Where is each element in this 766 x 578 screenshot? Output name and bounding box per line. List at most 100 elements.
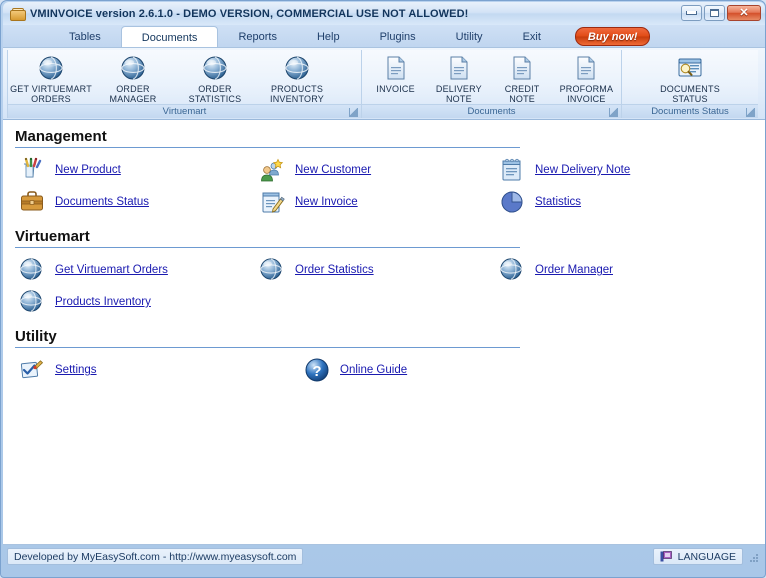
maximize-button[interactable] (704, 5, 725, 21)
ribbon-button-documents-status[interactable]: DOCUMENTS STATUS (635, 53, 745, 104)
window-search-icon (676, 55, 704, 81)
language-panel[interactable]: LANGUAGE (652, 548, 743, 565)
link-label[interactable]: Get Virtuemart Orders (55, 264, 168, 276)
ribbon-group-title-text: Documents Status (651, 106, 729, 117)
ribbon-group-title-text: Virtuemart (162, 106, 207, 117)
globe-icon (120, 55, 146, 81)
user-star-icon (259, 157, 285, 183)
notepad-pen-icon (259, 189, 285, 215)
link-label[interactable]: Order Manager (535, 264, 613, 276)
section-utility: Utility Settings ? Online Guide (3, 320, 765, 388)
link-label[interactable]: Online Guide (340, 364, 407, 376)
close-icon: ✕ (739, 6, 749, 19)
section-management: Management New Product New Customer New … (3, 120, 765, 220)
link-item-settings[interactable]: Settings (3, 354, 288, 386)
ribbon-toolbar: GET VIRTUEMART ORDERS ORDER MANAGER ORDE… (3, 47, 765, 120)
ribbon-group-title: Documents Status (622, 104, 758, 118)
dialog-launcher-icon[interactable] (349, 108, 358, 117)
title-bar: VMINVOICE version 2.6.1.0 - DEMO VERSION… (3, 2, 765, 25)
dialog-launcher-icon[interactable] (609, 108, 618, 117)
section-heading: Virtuemart (15, 228, 90, 245)
ribbon-group-title: Documents (362, 104, 621, 118)
help-question-icon: ? (304, 357, 330, 383)
menu-tab-strip: Tables Documents Reports Help Plugins Ut… (3, 25, 765, 49)
buy-now-button[interactable]: Buy now! (574, 27, 651, 46)
ribbon-button-label: INVOICE (376, 84, 415, 94)
ribbon-group-title: Virtuemart (8, 104, 361, 118)
ribbon-group-documents-status: DOCUMENTS STATUS Documents Status (622, 50, 758, 118)
ribbon-button-label: ORDER STATISTICS (188, 84, 242, 104)
settings-check-icon (19, 357, 45, 383)
ribbon-button-label: DELIVERY NOTE (435, 84, 482, 104)
ribbon-button-get-virtuemart-orders[interactable]: GET VIRTUEMART ORDERS (10, 53, 92, 104)
link-item-new-customer[interactable]: New Customer (243, 154, 483, 186)
developer-info-text: Developed by MyEasySoft.com - http://www… (14, 550, 297, 563)
ribbon-button-label: DOCUMENTS STATUS (660, 84, 720, 104)
section-links: New Product New Customer New Delivery No… (3, 148, 765, 220)
ribbon-button-products-inventory[interactable]: PRODUCTS INVENTORY (256, 53, 338, 104)
tab-tables[interactable]: Tables (49, 26, 121, 48)
dialog-launcher-icon[interactable] (746, 108, 755, 117)
briefcase-icon (19, 189, 45, 215)
link-label[interactable]: Settings (55, 364, 97, 376)
ribbon-group-documents: INVOICE DELIVERY NOTE CREDIT NOTE PROFOR… (362, 50, 622, 118)
document-page-icon (384, 55, 408, 81)
tab-utility[interactable]: Utility (436, 26, 503, 48)
section-heading: Management (15, 128, 107, 145)
globe-icon (259, 257, 285, 283)
section-heading: Utility (15, 328, 57, 345)
link-label[interactable]: New Invoice (295, 196, 358, 208)
tab-plugins[interactable]: Plugins (360, 26, 436, 48)
window-frame: VMINVOICE version 2.6.1.0 - DEMO VERSION… (0, 0, 766, 578)
resize-grip-icon[interactable] (747, 551, 761, 565)
link-label[interactable]: New Delivery Note (535, 164, 630, 176)
status-bar: Developed by MyEasySoft.com - http://www… (3, 545, 765, 575)
language-label: LANGUAGE (677, 550, 736, 563)
link-item-order-statistics[interactable]: Order Statistics (243, 254, 483, 286)
ribbon-button-order-statistics[interactable]: ORDER STATISTICS (174, 53, 256, 104)
ribbon-button-delivery-note[interactable]: DELIVERY NOTE (427, 53, 490, 104)
link-item-statistics[interactable]: Statistics (483, 186, 723, 218)
link-label[interactable]: Statistics (535, 196, 581, 208)
window-controls: ✕ (681, 5, 761, 21)
ribbon-button-label: GET VIRTUEMART ORDERS (10, 84, 92, 104)
window-title: VMINVOICE version 2.6.1.0 - DEMO VERSION… (30, 7, 469, 20)
ribbon-button-label: PRODUCTS INVENTORY (270, 84, 324, 104)
link-label[interactable]: Documents Status (55, 196, 149, 208)
link-label[interactable]: New Product (55, 164, 121, 176)
document-page-icon (447, 55, 471, 81)
main-content: Management New Product New Customer New … (3, 120, 765, 545)
application-window: VMINVOICE version 2.6.1.0 - DEMO VERSION… (0, 0, 766, 578)
link-item-order-manager[interactable]: Order Manager (483, 254, 723, 286)
link-item-documents-status[interactable]: Documents Status (3, 186, 243, 218)
ribbon-button-order-manager[interactable]: ORDER MANAGER (92, 53, 174, 104)
ribbon-button-proforma-invoice[interactable]: PROFORMA INVOICE (554, 53, 619, 104)
globe-icon (38, 55, 64, 81)
link-item-get-virtuemart-orders[interactable]: Get Virtuemart Orders (3, 254, 243, 286)
close-button[interactable]: ✕ (727, 5, 761, 21)
document-page-icon (574, 55, 598, 81)
tab-help[interactable]: Help (297, 26, 360, 48)
globe-icon (202, 55, 228, 81)
tab-documents[interactable]: Documents (120, 26, 219, 49)
flag-icon (660, 551, 673, 562)
document-page-icon (510, 55, 534, 81)
tab-exit[interactable]: Exit (503, 26, 561, 48)
ribbon-group-title-text: Documents (467, 106, 516, 117)
notepad-icon (499, 157, 525, 183)
link-label[interactable]: Products Inventory (55, 296, 151, 308)
section-links: Settings ? Online Guide (3, 348, 765, 388)
link-label[interactable]: New Customer (295, 164, 371, 176)
globe-icon (284, 55, 310, 81)
minimize-button[interactable] (681, 5, 702, 21)
link-item-online-guide[interactable]: ? Online Guide (288, 354, 528, 386)
link-item-new-delivery-note[interactable]: New Delivery Note (483, 154, 723, 186)
link-label[interactable]: Order Statistics (295, 264, 374, 276)
ribbon-button-invoice[interactable]: INVOICE (364, 53, 427, 94)
ribbon-button-credit-note[interactable]: CREDIT NOTE (491, 53, 554, 104)
tab-reports[interactable]: Reports (218, 26, 297, 48)
link-item-new-product[interactable]: New Product (3, 154, 243, 186)
link-item-new-invoice[interactable]: New Invoice (243, 186, 483, 218)
pencil-cup-icon (19, 157, 45, 183)
link-item-products-inventory[interactable]: Products Inventory (3, 286, 243, 318)
